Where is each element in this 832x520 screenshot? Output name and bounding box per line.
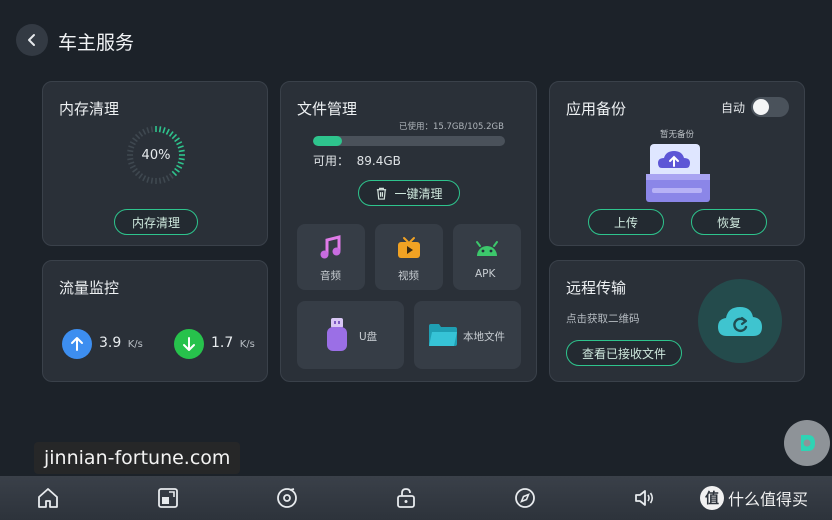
remote-card-title: 远程传输 <box>566 279 627 297</box>
usb-drive-icon <box>327 318 347 351</box>
video-tile[interactable]: 视频 <box>375 224 443 290</box>
audio-tile[interactable]: 音频 <box>297 224 365 290</box>
memory-gauge: 40% <box>126 125 186 185</box>
storage-bar-fill <box>313 136 342 146</box>
apk-tile[interactable]: APK <box>453 224 521 290</box>
apk-label: APK <box>475 268 496 280</box>
memory-clean-button[interactable]: 内存清理 <box>114 209 198 235</box>
storage-usage-text: 已使用：15.7GB/105.2GB <box>399 122 504 132</box>
upload-button[interactable]: 上传 <box>588 209 664 235</box>
memory-card: 内存清理 40% 内存清理 <box>42 81 268 246</box>
one-click-clean-label: 一键清理 <box>394 186 443 201</box>
cloud-sync-button[interactable] <box>698 279 782 363</box>
compass-icon[interactable] <box>513 486 537 510</box>
page-title: 车主服务 <box>58 32 135 54</box>
traffic-card-title: 流量监控 <box>59 279 120 297</box>
files-card-title: 文件管理 <box>297 100 358 118</box>
android-icon <box>476 241 498 256</box>
view-received-files-button[interactable]: 查看已接收文件 <box>566 340 682 366</box>
cloud-sync-icon <box>718 307 762 336</box>
qr-hint: 点击获取二维码 <box>566 313 640 325</box>
tv-play-icon <box>398 237 420 258</box>
upload-arrow-icon <box>62 329 92 359</box>
backup-card: 应用备份 自动 暂无备份 上传 恢复 <box>549 81 805 246</box>
trash-icon <box>377 187 387 200</box>
storage-available: 可用： 89.4GB <box>313 154 401 168</box>
auto-backup-label: 自动 <box>721 101 746 115</box>
download-unit: K/s <box>239 339 255 350</box>
upload-value: 3.9 <box>99 335 122 351</box>
download-arrow-icon <box>174 329 204 359</box>
usb-label: U盘 <box>359 331 378 343</box>
audio-label: 音频 <box>320 270 341 282</box>
site-watermark: jinnian-fortune.com <box>34 442 241 474</box>
video-label: 视频 <box>398 270 419 282</box>
bottom-nav-bar: 值 什么值得买 <box>0 476 832 520</box>
volume-icon[interactable] <box>632 486 656 510</box>
traffic-card: 流量监控 3.9 K/s 1.7 K/s <box>42 260 268 382</box>
music-disc-icon[interactable] <box>275 486 299 510</box>
chevron-left-icon <box>28 34 35 46</box>
folder-icon <box>429 324 457 346</box>
cloud-backup-illustration <box>646 144 710 202</box>
back-button[interactable] <box>16 24 48 56</box>
memory-percent: 40% <box>141 147 171 163</box>
window-icon[interactable] <box>156 486 180 510</box>
upload-unit: K/s <box>127 339 143 350</box>
toggle-knob <box>753 99 769 115</box>
local-files-tile[interactable]: 本地文件 <box>414 301 521 369</box>
brand-logo-icon: 值 <box>700 486 724 510</box>
download-speed: 1.7 K/s <box>211 335 255 351</box>
brand-watermark-text: 什么值得买 <box>728 490 809 509</box>
upload-speed: 3.9 K/s <box>99 335 143 351</box>
floating-assistant-button[interactable] <box>784 420 830 466</box>
lock-icon[interactable] <box>394 486 418 510</box>
music-note-icon <box>320 235 341 259</box>
auto-backup-toggle[interactable] <box>751 97 789 117</box>
backup-card-title: 应用备份 <box>566 100 627 118</box>
assistant-icon <box>801 435 815 451</box>
files-card: 文件管理 已使用：15.7GB/105.2GB 可用： 89.4GB 一键清理 … <box>280 81 537 382</box>
one-click-clean-button[interactable]: 一键清理 <box>358 180 460 206</box>
local-files-label: 本地文件 <box>463 331 505 343</box>
restore-button[interactable]: 恢复 <box>691 209 767 235</box>
download-value: 1.7 <box>211 335 234 351</box>
storage-bar <box>313 136 505 146</box>
home-icon[interactable] <box>36 486 60 510</box>
usb-tile[interactable]: U盘 <box>297 301 404 369</box>
memory-card-title: 内存清理 <box>59 100 120 118</box>
remote-card: 远程传输 点击获取二维码 查看已接收文件 <box>549 260 805 382</box>
brand-watermark: 值 什么值得买 <box>700 486 808 510</box>
